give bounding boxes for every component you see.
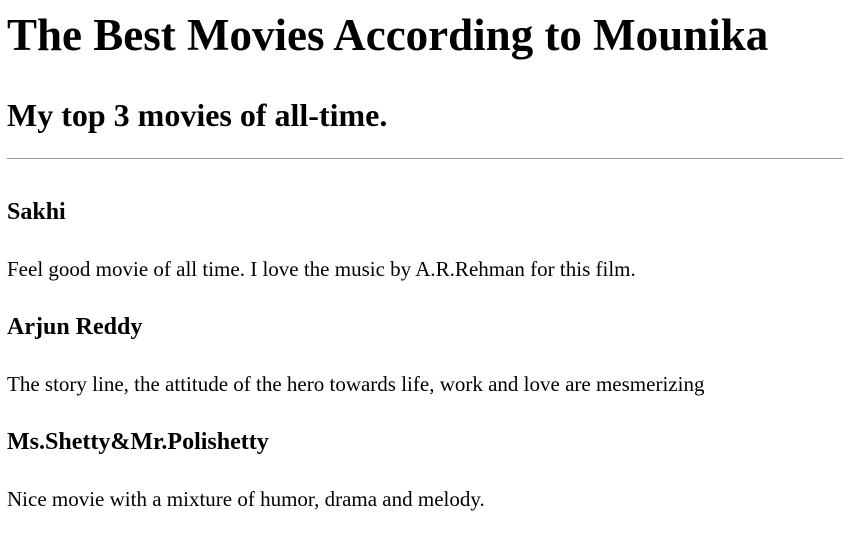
movie-title-2: Arjun Reddy (7, 314, 143, 340)
movie-description-3: Nice movie with a mixture of humor, dram… (7, 487, 485, 511)
movie-description-1: Feel good movie of all time. I love the … (7, 257, 636, 281)
page-subtitle: My top 3 movies of all-time. (7, 97, 388, 133)
divider (7, 158, 843, 159)
movie-description-2: The story line, the attitude of the hero… (7, 372, 705, 396)
movie-title-3: Ms.Shetty&Mr.Polishetty (7, 429, 269, 455)
page-title: The Best Movies According to Mounika (7, 10, 769, 60)
page: The Best Movies According to Mounika My … (0, 0, 843, 553)
movie-title-1: Sakhi (7, 199, 66, 225)
